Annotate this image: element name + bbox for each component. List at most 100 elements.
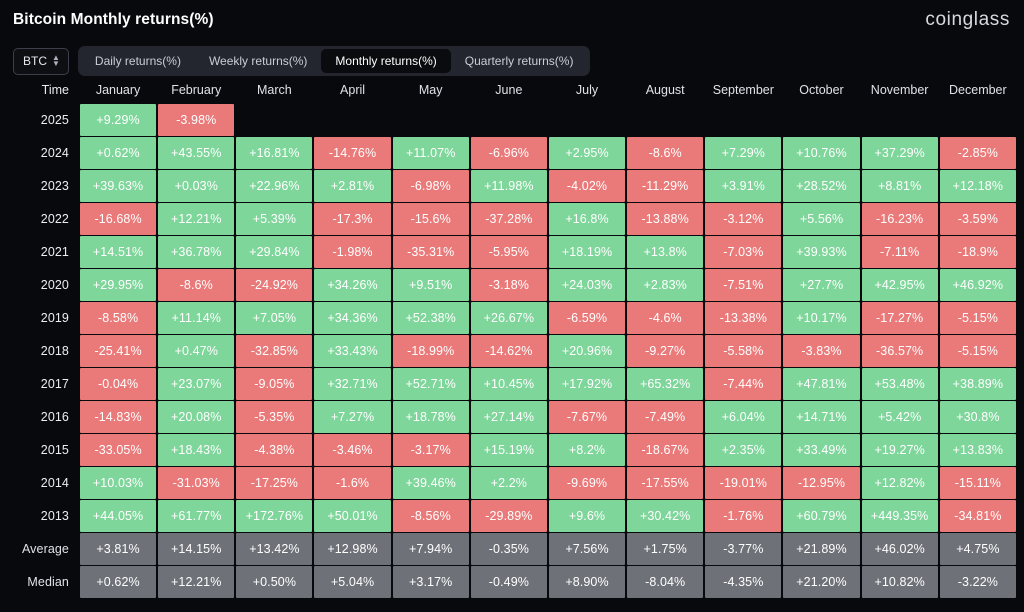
cell-2021-may[interactable]: -35.31%: [392, 236, 469, 268]
cell-2014-november[interactable]: +12.82%: [861, 467, 938, 499]
cell-2013-may[interactable]: -8.56%: [392, 500, 469, 532]
cell-2013-april[interactable]: +50.01%: [314, 500, 391, 532]
cell-2016-july[interactable]: -7.67%: [548, 401, 626, 433]
cell-2015-july[interactable]: +8.2%: [548, 434, 626, 466]
cell-2024-december[interactable]: -2.85%: [939, 137, 1016, 169]
cell-average-may[interactable]: +7.94%: [392, 533, 469, 565]
cell-2017-december[interactable]: +38.89%: [939, 368, 1016, 400]
cell-2022-april[interactable]: -17.3%: [314, 203, 391, 235]
cell-median-october[interactable]: +21.20%: [783, 566, 860, 598]
cell-2019-may[interactable]: +52.38%: [392, 302, 469, 334]
cell-2016-march[interactable]: -5.35%: [236, 401, 313, 433]
cell-2023-january[interactable]: +39.63%: [80, 170, 157, 202]
cell-2023-october[interactable]: +28.52%: [783, 170, 860, 202]
cell-2020-july[interactable]: +24.03%: [548, 269, 626, 301]
cell-2017-may[interactable]: +52.71%: [392, 368, 469, 400]
cell-average-august[interactable]: +1.75%: [627, 533, 704, 565]
cell-2016-october[interactable]: +14.71%: [783, 401, 860, 433]
cell-2018-may[interactable]: -18.99%: [392, 335, 469, 367]
cell-2014-march[interactable]: -17.25%: [236, 467, 313, 499]
cell-2022-march[interactable]: +5.39%: [236, 203, 313, 235]
cell-2022-october[interactable]: +5.56%: [783, 203, 860, 235]
cell-2022-november[interactable]: -16.23%: [861, 203, 938, 235]
cell-average-november[interactable]: +46.02%: [861, 533, 938, 565]
cell-2019-june[interactable]: +26.67%: [470, 302, 547, 334]
cell-median-june[interactable]: -0.49%: [470, 566, 547, 598]
cell-2014-february[interactable]: -31.03%: [158, 467, 235, 499]
cell-2025-january[interactable]: +9.29%: [80, 104, 157, 136]
cell-2022-july[interactable]: +16.8%: [548, 203, 626, 235]
cell-2018-november[interactable]: -36.57%: [861, 335, 938, 367]
cell-median-february[interactable]: +12.21%: [158, 566, 235, 598]
cell-2019-october[interactable]: +10.17%: [783, 302, 860, 334]
cell-2024-january[interactable]: +0.62%: [80, 137, 157, 169]
cell-2015-june[interactable]: +15.19%: [470, 434, 547, 466]
cell-2015-april[interactable]: -3.46%: [314, 434, 391, 466]
cell-2021-february[interactable]: +36.78%: [158, 236, 235, 268]
cell-2019-november[interactable]: -17.27%: [861, 302, 938, 334]
cell-median-april[interactable]: +5.04%: [314, 566, 391, 598]
cell-2017-january[interactable]: -0.04%: [80, 368, 157, 400]
cell-2014-september[interactable]: -19.01%: [705, 467, 782, 499]
cell-2014-august[interactable]: -17.55%: [627, 467, 704, 499]
cell-median-may[interactable]: +3.17%: [392, 566, 469, 598]
tab-monthly-returns[interactable]: Monthly returns(%): [321, 49, 451, 73]
cell-2022-august[interactable]: -13.88%: [627, 203, 704, 235]
cell-2019-march[interactable]: +7.05%: [236, 302, 313, 334]
cell-2021-september[interactable]: -7.03%: [705, 236, 782, 268]
cell-2019-august[interactable]: -4.6%: [627, 302, 704, 334]
cell-2017-march[interactable]: -9.05%: [236, 368, 313, 400]
cell-2018-april[interactable]: +33.43%: [314, 335, 391, 367]
cell-2013-november[interactable]: +449.35%: [861, 500, 938, 532]
cell-2022-january[interactable]: -16.68%: [80, 203, 157, 235]
cell-2017-september[interactable]: -7.44%: [705, 368, 782, 400]
cell-median-november[interactable]: +10.82%: [861, 566, 938, 598]
cell-2013-february[interactable]: +61.77%: [158, 500, 235, 532]
cell-2020-august[interactable]: +2.83%: [627, 269, 704, 301]
cell-2015-may[interactable]: -3.17%: [392, 434, 469, 466]
cell-2024-september[interactable]: +7.29%: [705, 137, 782, 169]
cell-2013-october[interactable]: +60.79%: [783, 500, 860, 532]
cell-2017-november[interactable]: +53.48%: [861, 368, 938, 400]
cell-median-august[interactable]: -8.04%: [627, 566, 704, 598]
cell-average-july[interactable]: +7.56%: [548, 533, 626, 565]
cell-average-october[interactable]: +21.89%: [783, 533, 860, 565]
cell-2024-august[interactable]: -8.6%: [627, 137, 704, 169]
cell-2022-september[interactable]: -3.12%: [705, 203, 782, 235]
cell-2020-september[interactable]: -7.51%: [705, 269, 782, 301]
cell-2024-june[interactable]: -6.96%: [470, 137, 547, 169]
cell-2017-february[interactable]: +23.07%: [158, 368, 235, 400]
cell-2013-june[interactable]: -29.89%: [470, 500, 547, 532]
cell-2016-december[interactable]: +30.8%: [939, 401, 1016, 433]
cell-2016-june[interactable]: +27.14%: [470, 401, 547, 433]
cell-2013-august[interactable]: +30.42%: [627, 500, 704, 532]
cell-2018-march[interactable]: -32.85%: [236, 335, 313, 367]
cell-2015-february[interactable]: +18.43%: [158, 434, 235, 466]
cell-2016-april[interactable]: +7.27%: [314, 401, 391, 433]
cell-2020-march[interactable]: -24.92%: [236, 269, 313, 301]
cell-2016-january[interactable]: -14.83%: [80, 401, 157, 433]
cell-median-march[interactable]: +0.50%: [236, 566, 313, 598]
cell-2020-november[interactable]: +42.95%: [861, 269, 938, 301]
tab-quarterly-returns[interactable]: Quarterly returns(%): [451, 49, 588, 73]
cell-2020-june[interactable]: -3.18%: [470, 269, 547, 301]
cell-2018-october[interactable]: -3.83%: [783, 335, 860, 367]
cell-2021-october[interactable]: +39.93%: [783, 236, 860, 268]
cell-2021-august[interactable]: +13.8%: [627, 236, 704, 268]
cell-average-december[interactable]: +4.75%: [939, 533, 1016, 565]
cell-2019-february[interactable]: +11.14%: [158, 302, 235, 334]
cell-2013-july[interactable]: +9.6%: [548, 500, 626, 532]
cell-2018-february[interactable]: +0.47%: [158, 335, 235, 367]
cell-median-july[interactable]: +8.90%: [548, 566, 626, 598]
cell-2014-december[interactable]: -15.11%: [939, 467, 1016, 499]
cell-2013-january[interactable]: +44.05%: [80, 500, 157, 532]
cell-2023-july[interactable]: -4.02%: [548, 170, 626, 202]
cell-2020-april[interactable]: +34.26%: [314, 269, 391, 301]
cell-2017-august[interactable]: +65.32%: [627, 368, 704, 400]
cell-2023-april[interactable]: +2.81%: [314, 170, 391, 202]
cell-2014-may[interactable]: +39.46%: [392, 467, 469, 499]
cell-2024-april[interactable]: -14.76%: [314, 137, 391, 169]
cell-2017-july[interactable]: +17.92%: [548, 368, 626, 400]
cell-average-april[interactable]: +12.98%: [314, 533, 391, 565]
cell-2020-february[interactable]: -8.6%: [158, 269, 235, 301]
